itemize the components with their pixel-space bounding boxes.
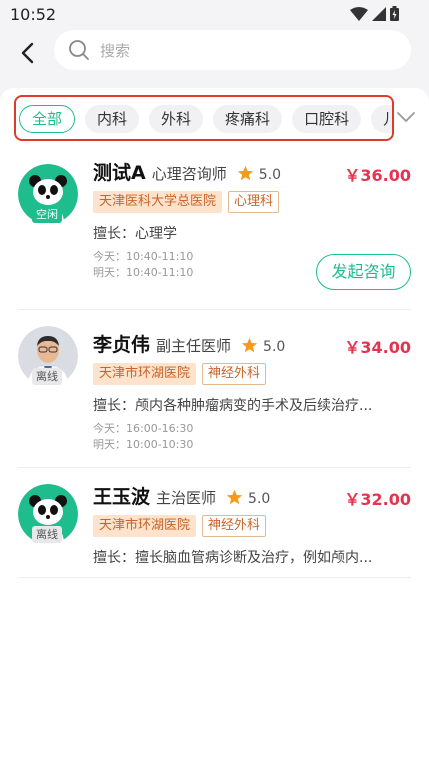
department-tag: 神经外科: [202, 363, 267, 385]
tags-row: 天津市环湖医院 神经外科: [93, 515, 411, 537]
doctor-name: 李贞伟: [93, 334, 151, 356]
search-icon: [69, 40, 89, 60]
search-input[interactable]: 搜索: [54, 30, 411, 70]
chevron-down-icon[interactable]: [396, 110, 416, 124]
hospital-tag: 天津医科大学总医院: [93, 191, 223, 213]
rating-value: 5.0: [258, 167, 281, 183]
doctor-info: 王玉波 主治医师 5.0 ￥32.00 天津市环湖医院 神经外科 擅长：擅长脑血…: [93, 482, 411, 567]
specialty-text: 擅长：颅内各种肿瘤病变的手术及后续治疗...: [93, 398, 373, 414]
filter-chip-pediatrics[interactable]: 儿: [371, 105, 392, 133]
star-icon: [241, 337, 258, 352]
schedule: 今天：16:00-16:30 明天：10:00-10:30: [93, 421, 411, 453]
back-arrow-icon: [21, 42, 34, 64]
schedule-today: 今天：16:00-16:30: [93, 422, 194, 435]
doctor-card[interactable]: 离线 李贞伟 副主任医师 5.0 ￥34.00 天津市环湖医院 神经外科 擅长：…: [18, 318, 411, 468]
hospital-tag: 天津市环湖医院: [93, 363, 197, 385]
status-time: 10:52: [10, 5, 57, 24]
rating-value: 5.0: [248, 491, 271, 507]
status-icons: [350, 6, 399, 21]
department-filter-bar: 全部 内科 外科 疼痛科 口腔科 儿: [14, 95, 394, 141]
department-tag: 心理科: [228, 191, 280, 213]
consult-price: ￥34.00: [344, 338, 411, 357]
back-button[interactable]: [14, 40, 40, 66]
doctor-title: 主治医师: [156, 489, 217, 507]
status-badge: 离线: [32, 526, 62, 543]
consult-price: ￥32.00: [344, 490, 411, 509]
status-badge: 空闲: [32, 206, 62, 223]
search-placeholder: 搜索: [100, 41, 131, 60]
doctor-card[interactable]: 空闲 测试A 心理咨询师 5.0 ￥36.00 天津医科大学总医院 心理科 擅长…: [18, 158, 411, 310]
doctor-card[interactable]: 离线 王玉波 主治医师 5.0 ￥32.00 天津市环湖医院 神经外科 擅长：擅…: [18, 468, 411, 578]
filter-chip-dental[interactable]: 口腔科: [292, 105, 362, 133]
doctor-list: 空闲 测试A 心理咨询师 5.0 ￥36.00 天津医科大学总医院 心理科 擅长…: [0, 158, 429, 578]
doctor-name: 测试A: [93, 162, 146, 184]
filter-chip-pain[interactable]: 疼痛科: [213, 105, 283, 133]
battery-icon: [390, 6, 399, 21]
signal-icon: [372, 6, 386, 21]
filter-chips: 全部 内科 外科 疼痛科 口腔科 儿: [19, 105, 392, 133]
doctor-title: 心理咨询师: [151, 165, 227, 183]
specialty-text: 擅长：擅长脑血管病诊断及治疗，例如颅内...: [93, 550, 373, 566]
hospital-tag: 天津市环湖医院: [93, 515, 197, 537]
filter-chip-all[interactable]: 全部: [19, 105, 76, 133]
doctor-title: 副主任医师: [156, 337, 232, 355]
doctor-name: 王玉波: [93, 486, 151, 508]
wifi-icon: [350, 6, 368, 21]
tags-row: 天津医科大学总医院 心理科: [93, 191, 411, 213]
rating-value: 5.0: [263, 339, 286, 355]
consult-price: ￥36.00: [344, 166, 411, 185]
doctor-info: 李贞伟 副主任医师 5.0 ￥34.00 天津市环湖医院 神经外科 擅长：颅内各…: [93, 330, 411, 453]
main-content: 全部 内科 外科 疼痛科 口腔科 儿 空闲: [0, 88, 429, 763]
tags-row: 天津市环湖医院 神经外科: [93, 363, 411, 385]
filter-chip-internal-medicine[interactable]: 内科: [85, 105, 140, 133]
star-icon: [237, 165, 253, 180]
status-badge: 离线: [32, 368, 62, 385]
start-consult-button[interactable]: 发起咨询: [316, 254, 411, 290]
schedule-tomorrow: 明天：10:00-10:30: [93, 438, 194, 451]
filter-chip-surgery[interactable]: 外科: [149, 105, 204, 133]
specialty-text: 擅长：心理学: [93, 226, 177, 242]
star-icon: [226, 489, 243, 504]
department-tag: 神经外科: [202, 515, 267, 537]
status-bar: 10:52: [0, 0, 429, 30]
header: 搜索: [0, 30, 429, 90]
